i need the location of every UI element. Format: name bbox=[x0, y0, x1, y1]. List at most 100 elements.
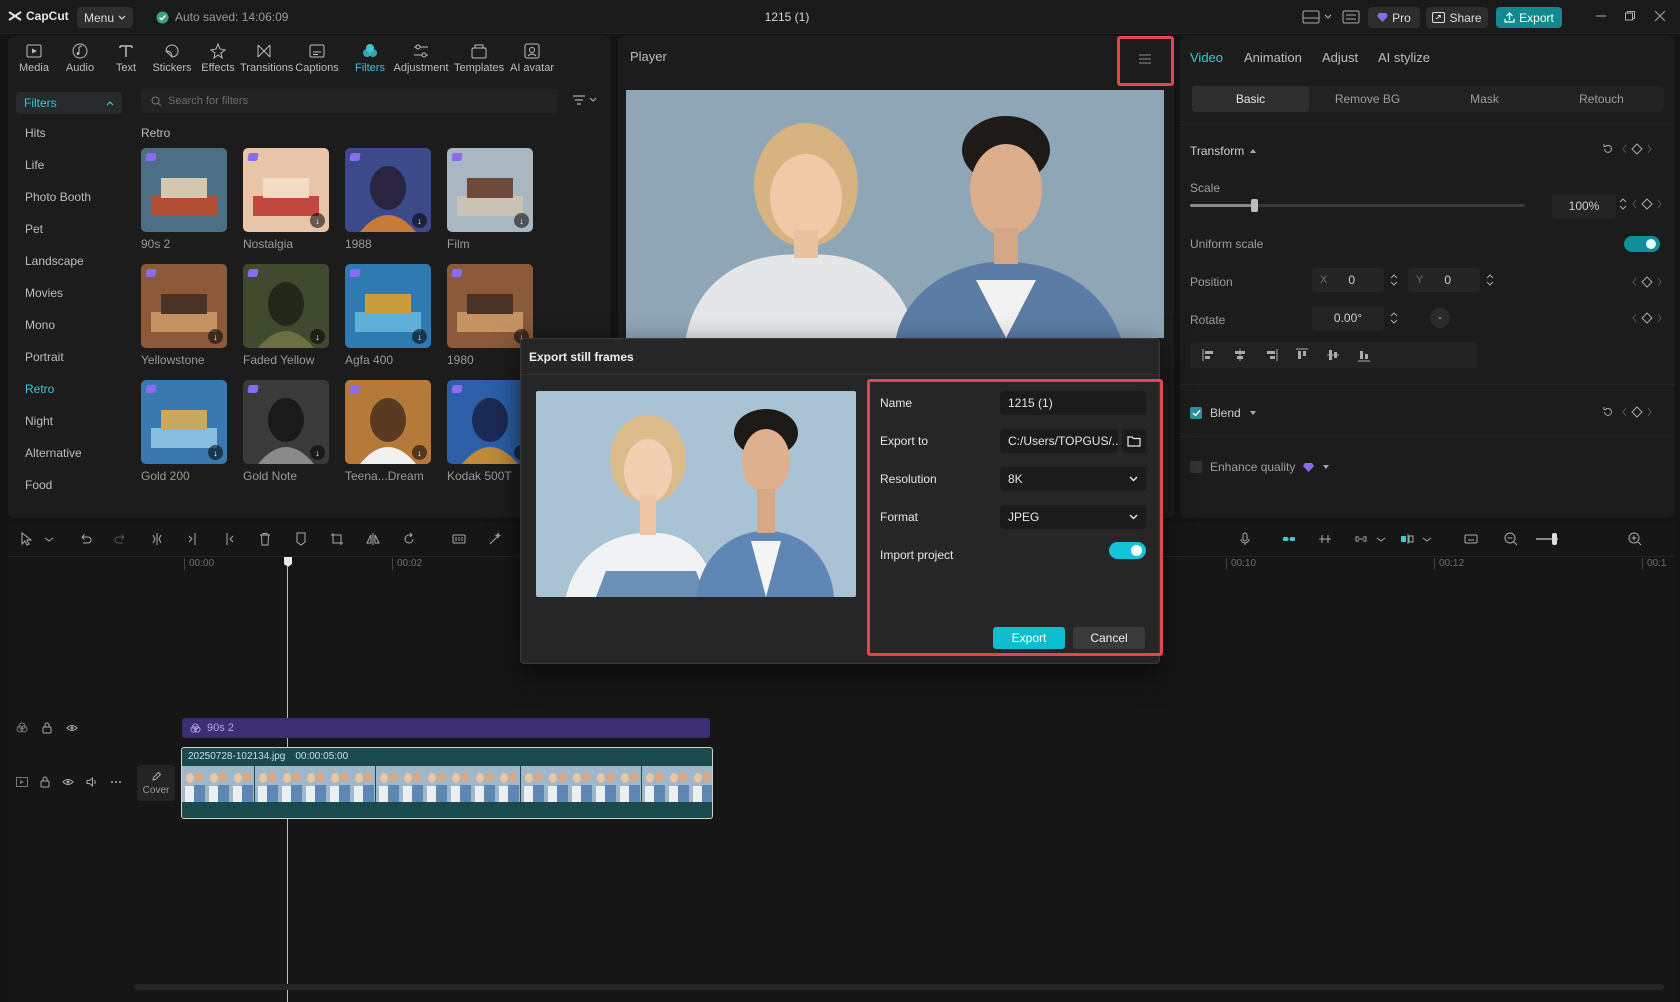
video-clip[interactable]: 20250728-102134.jpg 00:00:05:00 bbox=[181, 747, 713, 819]
filter-item[interactable]: ↓ 1988 bbox=[345, 148, 431, 251]
filter-thumbnail[interactable] bbox=[141, 148, 227, 232]
preview-axis-icon[interactable] bbox=[1400, 532, 1414, 546]
horizontal-scrollbar[interactable] bbox=[134, 984, 1664, 990]
blend-checkbox[interactable] bbox=[1190, 407, 1202, 419]
filter-thumbnail[interactable]: ↓ bbox=[447, 148, 533, 232]
enhance-quality-checkbox[interactable] bbox=[1190, 461, 1202, 473]
tool-stickers[interactable]: Stickers bbox=[148, 42, 196, 74]
split-left-icon[interactable] bbox=[186, 532, 200, 546]
position-y-field[interactable]: Y 0 bbox=[1408, 268, 1480, 292]
split-icon[interactable] bbox=[150, 532, 164, 546]
download-icon[interactable]: ↓ bbox=[412, 213, 427, 228]
magic-icon[interactable] bbox=[488, 532, 502, 546]
download-icon[interactable]: ↓ bbox=[208, 329, 223, 344]
more-icon[interactable] bbox=[110, 780, 122, 784]
rotate-field[interactable]: 0.00° bbox=[1312, 306, 1384, 330]
tool-templates[interactable]: Templates bbox=[454, 42, 504, 74]
keyframe-icon[interactable] bbox=[1622, 406, 1652, 418]
tool-audio[interactable]: Audio bbox=[56, 42, 104, 74]
snap-icon[interactable] bbox=[1318, 532, 1332, 546]
rotate-icon[interactable] bbox=[402, 532, 416, 546]
keyframe-icon[interactable] bbox=[1622, 143, 1652, 155]
filter-thumbnail[interactable]: ↓ bbox=[243, 148, 329, 232]
filter-thumbnail[interactable]: ↓ bbox=[141, 264, 227, 348]
rotate-stepper[interactable] bbox=[1390, 310, 1398, 326]
cover-button[interactable]: Cover bbox=[137, 765, 175, 801]
category-hits[interactable]: Hits bbox=[25, 126, 46, 140]
browse-folder-button[interactable] bbox=[1122, 429, 1146, 453]
align-right-icon[interactable] bbox=[1264, 348, 1278, 362]
filter-item[interactable]: ↓ Nostalgia bbox=[243, 148, 329, 251]
resolution-select[interactable]: 8K bbox=[1000, 467, 1146, 491]
filter-thumbnail[interactable]: ↓ bbox=[243, 264, 329, 348]
download-icon[interactable]: ↓ bbox=[310, 329, 325, 344]
filter-item[interactable]: ↓ Gold 200 bbox=[141, 380, 227, 483]
position-keyframe-icon[interactable] bbox=[1632, 276, 1662, 288]
subtab-basic[interactable]: Basic bbox=[1192, 86, 1309, 112]
scale-value-field[interactable]: 100% bbox=[1552, 194, 1616, 218]
filter-item[interactable]: ↓ Agfa 400 bbox=[345, 264, 431, 367]
scale-slider-handle[interactable] bbox=[1250, 199, 1258, 212]
category-alternative[interactable]: Alternative bbox=[25, 446, 82, 460]
tool-transitions[interactable]: Transitions bbox=[240, 42, 293, 74]
scale-keyframe-icon[interactable] bbox=[1632, 198, 1662, 210]
close-icon[interactable] bbox=[1654, 10, 1666, 22]
linkage-icon[interactable] bbox=[1354, 532, 1368, 546]
format-select[interactable]: JPEG bbox=[1000, 505, 1146, 529]
caption-tool-icon[interactable] bbox=[1464, 532, 1478, 546]
download-icon[interactable]: ↓ bbox=[208, 445, 223, 460]
uniform-scale-toggle[interactable] bbox=[1624, 236, 1660, 252]
position-y-stepper[interactable] bbox=[1486, 272, 1494, 288]
minimize-icon[interactable] bbox=[1595, 10, 1607, 22]
filter-thumbnail[interactable]: ↓ bbox=[345, 380, 431, 464]
filter-item[interactable]: ↓ Teena...Dream bbox=[345, 380, 431, 483]
category-food[interactable]: Food bbox=[25, 478, 52, 492]
import-project-toggle[interactable] bbox=[1109, 542, 1146, 559]
filters-category-header[interactable]: Filters bbox=[16, 92, 122, 114]
eye-icon[interactable] bbox=[62, 777, 74, 787]
category-portrait[interactable]: Portrait bbox=[25, 350, 64, 364]
filter-thumbnail[interactable]: ↓ bbox=[141, 380, 227, 464]
align-left-icon[interactable] bbox=[1202, 348, 1216, 362]
filter-thumbnail[interactable]: ↓ bbox=[447, 264, 533, 348]
export-top-button[interactable]: Export bbox=[1496, 7, 1562, 28]
tool-text[interactable]: Text bbox=[102, 42, 150, 74]
category-photo-booth[interactable]: Photo Booth bbox=[25, 190, 91, 204]
undo-icon[interactable] bbox=[78, 532, 92, 546]
subtab-retouch[interactable]: Retouch bbox=[1543, 86, 1660, 112]
chevron-down-icon[interactable] bbox=[1420, 532, 1434, 546]
delete-icon[interactable] bbox=[258, 532, 272, 546]
zoom-slider-handle[interactable] bbox=[1552, 533, 1557, 545]
filter-item[interactable]: 90s 2 bbox=[141, 148, 227, 251]
link-clips-icon[interactable] bbox=[1282, 532, 1296, 546]
download-icon[interactable]: ↓ bbox=[310, 445, 325, 460]
layout-controls[interactable] bbox=[1302, 10, 1360, 24]
filter-item[interactable]: ↓ Yellowstone bbox=[141, 264, 227, 367]
tool-filters[interactable]: Filters bbox=[346, 42, 394, 74]
zoom-out-icon[interactable] bbox=[1504, 532, 1518, 546]
tool-ai-avatar[interactable]: AI avatar bbox=[508, 42, 556, 74]
name-input[interactable]: 1215 (1) bbox=[1000, 391, 1146, 415]
freeze-icon[interactable] bbox=[452, 532, 466, 546]
download-icon[interactable]: ↓ bbox=[412, 329, 427, 344]
pro-button[interactable]: Pro bbox=[1368, 7, 1420, 28]
filter-item[interactable]: ↓ Film bbox=[447, 148, 533, 251]
chevron-down-icon[interactable] bbox=[42, 532, 56, 546]
tool-effects[interactable]: Effects bbox=[194, 42, 242, 74]
filter-search-input[interactable]: Search for filters bbox=[141, 89, 558, 113]
export-button[interactable]: Export bbox=[993, 627, 1065, 649]
chevron-down-icon[interactable] bbox=[1374, 532, 1388, 546]
scale-slider[interactable] bbox=[1190, 199, 1525, 212]
tab-ai-stylize[interactable]: AI stylize bbox=[1378, 50, 1430, 65]
category-life[interactable]: Life bbox=[25, 158, 44, 172]
hamburger-menu-icon[interactable] bbox=[1138, 53, 1152, 65]
filter-thumbnail[interactable]: ↓ bbox=[345, 264, 431, 348]
zoom-slider[interactable] bbox=[1536, 533, 1558, 545]
split-right-icon[interactable] bbox=[222, 532, 236, 546]
filter-item[interactable]: ↓ Gold Note bbox=[243, 380, 329, 483]
tool-media[interactable]: Media bbox=[10, 42, 58, 74]
category-mono[interactable]: Mono bbox=[25, 318, 55, 332]
position-x-field[interactable]: X 0 bbox=[1312, 268, 1384, 292]
filter-thumbnail[interactable]: ↓ bbox=[345, 148, 431, 232]
rotate-keyframe-icon[interactable] bbox=[1632, 312, 1662, 324]
